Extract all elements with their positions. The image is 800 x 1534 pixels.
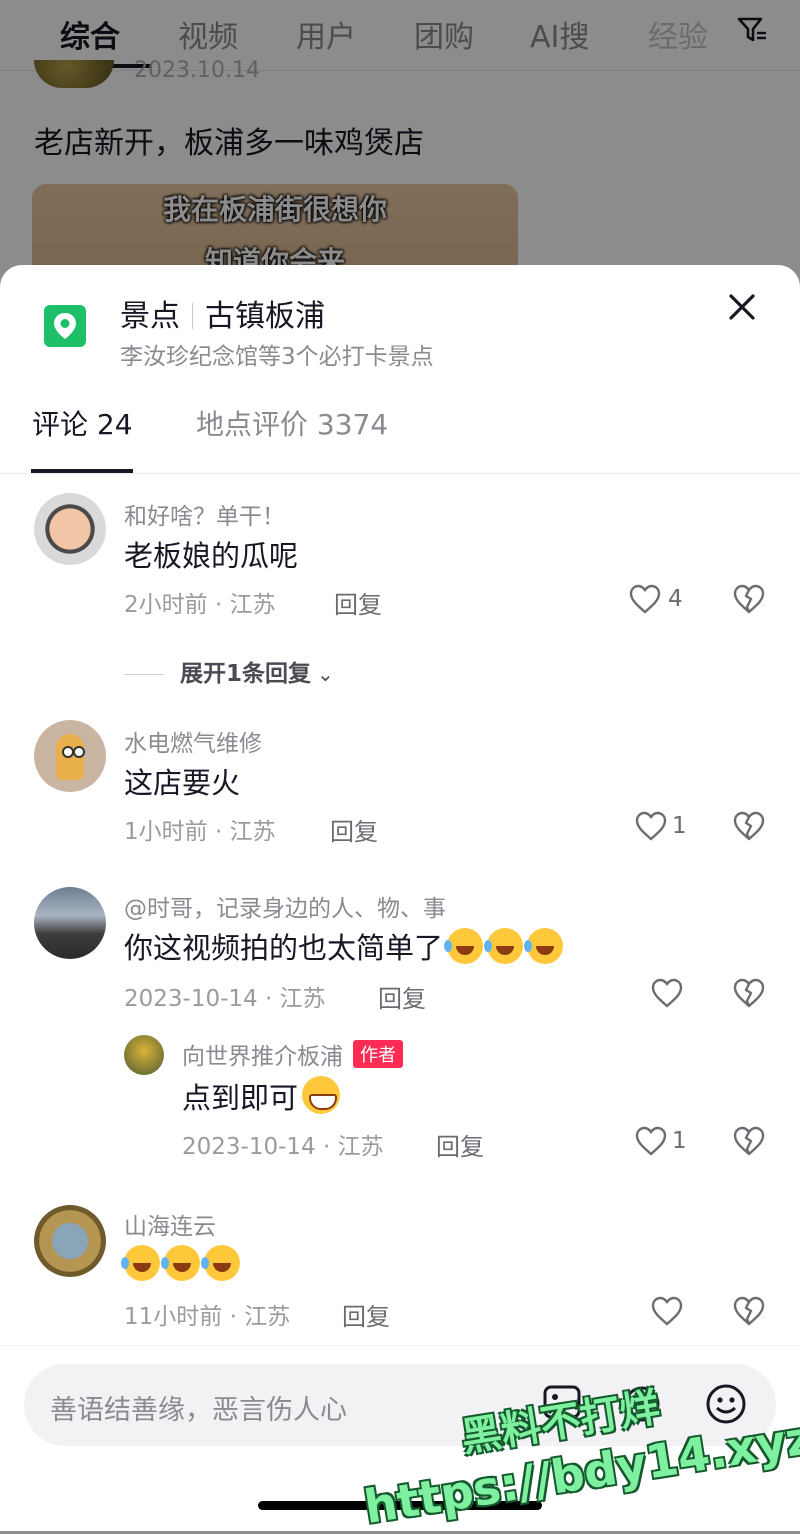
comment-sheet: 景点 古镇板浦 李汝珍纪念馆等3个必打卡景点 评论 24 地点评价 3374 和好… <box>0 265 800 1530</box>
comment-meta: 2小时前 · 江苏 <box>124 592 276 618</box>
location-title[interactable]: 景点 古镇板浦 <box>120 291 325 335</box>
reply-text[interactable]: 点到即可 <box>182 1075 341 1117</box>
expand-replies-button[interactable]: 展开1条回复 ⌄ <box>124 654 334 688</box>
reply-button[interactable]: 回复 <box>330 812 378 847</box>
avatar[interactable] <box>34 493 106 565</box>
comment-meta: 1小时前 · 江苏 <box>124 819 276 845</box>
location-subtitle[interactable]: 李汝珍纪念馆等3个必打卡景点 <box>120 337 434 371</box>
avatar[interactable] <box>34 720 106 792</box>
comment-username[interactable]: 和好啥？单干！ <box>124 497 285 531</box>
heart-icon[interactable] <box>634 810 668 842</box>
like-count: 1 <box>672 1128 687 1154</box>
comment-text-body: 你这视频拍的也太简单了 <box>124 931 444 965</box>
reply-meta: 2023-10-14 · 江苏 <box>182 1134 384 1160</box>
chevron-down-icon: ⌄ <box>317 662 334 686</box>
active-tab-indicator <box>31 469 133 473</box>
heart-icon[interactable] <box>634 1125 668 1157</box>
broken-heart-icon[interactable] <box>732 583 766 615</box>
reply-text-body: 点到即可 <box>182 1081 299 1115</box>
comment-text[interactable] <box>120 1245 240 1282</box>
comment-text[interactable]: 这店要火 <box>124 760 240 802</box>
comment-input-placeholder: 善语结善缘，恶言伤人心 <box>50 1395 347 1426</box>
sheet-tabs: 评论 24 地点评价 3374 <box>0 395 800 474</box>
reply-button[interactable]: 回复 <box>342 1297 390 1332</box>
reply-username[interactable]: 向世界推介板浦 作者 <box>182 1037 403 1071</box>
author-badge: 作者 <box>353 1040 403 1068</box>
laughing-tears-emoji <box>121 1245 160 1281</box>
heart-icon[interactable] <box>628 583 662 615</box>
tab-comments[interactable]: 评论 24 <box>32 403 133 443</box>
close-icon[interactable] <box>722 287 762 327</box>
overlay-dim[interactable] <box>0 0 800 300</box>
comment-username[interactable]: @时哥，记录身边的人、物、事 <box>124 889 446 923</box>
divider <box>192 303 193 329</box>
comment-username[interactable]: 水电燃气维修 <box>124 724 262 758</box>
comment-username[interactable]: 山海连云 <box>124 1207 216 1241</box>
location-category: 景点 <box>120 299 180 334</box>
divider <box>124 674 164 675</box>
laughing-tears-emoji <box>161 1245 200 1281</box>
laughing-tears-emoji <box>484 928 524 964</box>
laughing-tears-emoji <box>524 928 564 964</box>
reply-button[interactable]: 回复 <box>436 1127 484 1162</box>
location-pin-icon <box>44 305 86 347</box>
reply-button[interactable]: 回复 <box>334 585 382 620</box>
reply-button[interactable]: 回复 <box>378 979 426 1014</box>
avatar[interactable] <box>34 887 106 959</box>
comment-meta: 11小时前 · 江苏 <box>124 1304 291 1330</box>
comment-meta: 2023-10-14 · 江苏 <box>124 986 326 1012</box>
grinning-emoji <box>302 1076 341 1114</box>
broken-heart-icon[interactable] <box>732 1125 766 1157</box>
comment-text[interactable]: 老板娘的瓜呢 <box>124 533 298 575</box>
avatar[interactable] <box>34 1205 106 1277</box>
laughing-tears-emoji <box>201 1245 240 1281</box>
laughing-tears-emoji <box>444 928 484 964</box>
location-name: 古镇板浦 <box>205 299 325 334</box>
tab-location-reviews[interactable]: 地点评价 3374 <box>196 403 388 443</box>
like-count: 1 <box>672 813 687 839</box>
reply-username-text: 向世界推介板浦 <box>182 1044 343 1070</box>
heart-icon[interactable] <box>650 1295 684 1327</box>
broken-heart-icon[interactable] <box>732 1295 766 1327</box>
avatar[interactable] <box>124 1035 164 1075</box>
comment-text[interactable]: 你这视频拍的也太简单了 <box>124 925 564 967</box>
broken-heart-icon[interactable] <box>732 810 766 842</box>
like-count: 4 <box>668 586 683 612</box>
heart-icon[interactable] <box>650 977 684 1009</box>
expand-replies-label: 展开1条回复 <box>180 661 312 687</box>
broken-heart-icon[interactable] <box>732 977 766 1009</box>
